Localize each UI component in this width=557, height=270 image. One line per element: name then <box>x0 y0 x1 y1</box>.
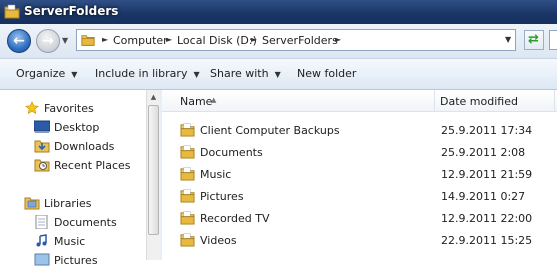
column-divider[interactable] <box>554 90 555 112</box>
address-row: ← → ▼ ► Computer ► Local Disk (D:) ► Ser… <box>0 24 557 59</box>
chevron-down-icon: ▼ <box>71 70 78 79</box>
nav-libraries-label: Libraries <box>44 197 92 210</box>
folder-icon <box>180 145 195 159</box>
nav-favorites-label: Favorites <box>44 102 94 115</box>
column-header-date-modified[interactable]: Date modified <box>440 95 518 108</box>
file-name: Pictures <box>200 190 244 203</box>
nav-item-label: Downloads <box>54 140 115 153</box>
new-folder-button[interactable]: New folder <box>297 67 356 80</box>
refresh-icon: ⇄ <box>528 32 539 47</box>
scroll-up-arrow-icon[interactable]: ▲ <box>147 90 160 104</box>
sort-ascending-icon: ▲ <box>211 96 217 104</box>
navigation-pane: Favorites Desktop Downloads Recent Place… <box>0 90 146 267</box>
file-name: Music <box>200 168 232 181</box>
file-date-modified: 12.9.2011 21:59 <box>441 168 533 181</box>
column-divider[interactable] <box>434 90 435 112</box>
scrollbar-thumb[interactable] <box>148 105 159 235</box>
folder-icon <box>180 123 195 137</box>
address-history-dropdown-icon[interactable]: ▼ <box>505 35 511 44</box>
table-row[interactable]: Music 12.9.2011 21:59 <box>162 163 557 185</box>
folder-icon <box>180 167 195 181</box>
breadcrumb-local-disk[interactable]: Local Disk (D:) <box>177 34 257 47</box>
desktop-icon <box>34 120 50 133</box>
organize-label: Organize <box>16 67 66 80</box>
refresh-button[interactable]: ⇄ <box>524 30 544 50</box>
search-input[interactable] <box>549 30 557 50</box>
table-row[interactable]: Documents 25.9.2011 2:08 <box>162 141 557 163</box>
chevron-down-icon: ▼ <box>274 70 281 79</box>
folder-icon <box>180 189 195 203</box>
star-icon <box>25 101 39 115</box>
folder-icon <box>81 35 95 46</box>
navigation-pane-scrollbar[interactable]: ▲ <box>146 90 160 260</box>
downloads-folder-icon <box>34 140 50 153</box>
nav-item-label: Desktop <box>54 121 100 134</box>
breadcrumb-separator-icon[interactable]: ► <box>251 35 257 44</box>
chevron-down-icon: ▼ <box>193 70 200 79</box>
share-with-label: Share with <box>210 67 269 80</box>
folder-icon <box>180 211 195 225</box>
nav-item-label: Documents <box>54 216 117 229</box>
nav-item-label: Recent Places <box>54 159 131 172</box>
libraries-icon <box>24 197 40 210</box>
back-arrow-icon: ← <box>13 33 25 49</box>
pictures-icon <box>34 253 50 266</box>
nav-item-label: Music <box>54 235 86 248</box>
breadcrumb-serverfolders[interactable]: ServerFolders <box>262 34 338 47</box>
file-name: Recorded TV <box>200 212 270 225</box>
recent-pages-dropdown-icon[interactable]: ▼ <box>62 36 68 45</box>
file-date-modified: 22.9.2011 15:25 <box>441 234 533 247</box>
column-header-row: Name ▲ Date modified <box>162 90 557 112</box>
documents-icon <box>35 215 48 229</box>
forward-button[interactable]: → <box>36 29 60 53</box>
breadcrumb-separator-icon[interactable]: ► <box>335 35 341 44</box>
share-with-menu[interactable]: Share with ▼ <box>210 67 281 80</box>
file-date-modified: 25.9.2011 2:08 <box>441 146 526 159</box>
table-row[interactable]: Client Computer Backups 25.9.2011 17:34 <box>162 119 557 141</box>
folder-icon <box>4 4 20 19</box>
address-bar[interactable]: ► Computer ► Local Disk (D:) ► ServerFol… <box>76 29 516 51</box>
include-in-library-menu[interactable]: Include in library ▼ <box>95 67 200 80</box>
breadcrumb-computer[interactable]: Computer <box>113 34 168 47</box>
title-bar[interactable]: ServerFolders <box>0 0 557 24</box>
nav-item-label: Pictures <box>54 254 98 267</box>
table-row[interactable]: Pictures 14.9.2011 0:27 <box>162 185 557 207</box>
organize-menu[interactable]: Organize ▼ <box>16 67 77 80</box>
file-date-modified: 25.9.2011 17:34 <box>441 124 533 137</box>
file-date-modified: 12.9.2011 22:00 <box>441 212 533 225</box>
command-bar: Organize ▼ Include in library ▼ Share with… <box>0 59 557 90</box>
file-list: Name ▲ Date modified Client Computer Bac… <box>162 90 557 260</box>
file-name: Videos <box>200 234 237 247</box>
back-button[interactable]: ← <box>7 29 31 53</box>
include-in-library-label: Include in library <box>95 67 188 80</box>
window-title: ServerFolders <box>24 4 119 18</box>
folder-icon <box>180 233 195 247</box>
table-row[interactable]: Recorded TV 12.9.2011 22:00 <box>162 207 557 229</box>
file-date-modified: 14.9.2011 0:27 <box>441 190 526 203</box>
table-row[interactable]: Videos 22.9.2011 15:25 <box>162 229 557 251</box>
breadcrumb-separator-icon[interactable]: ► <box>102 35 108 44</box>
forward-arrow-icon: → <box>42 33 54 49</box>
file-name: Documents <box>200 146 263 159</box>
file-name: Client Computer Backups <box>200 124 340 137</box>
music-icon <box>36 234 47 247</box>
column-header-name[interactable]: Name <box>180 95 212 108</box>
recent-places-icon <box>34 159 50 172</box>
breadcrumb-separator-icon[interactable]: ► <box>166 35 172 44</box>
